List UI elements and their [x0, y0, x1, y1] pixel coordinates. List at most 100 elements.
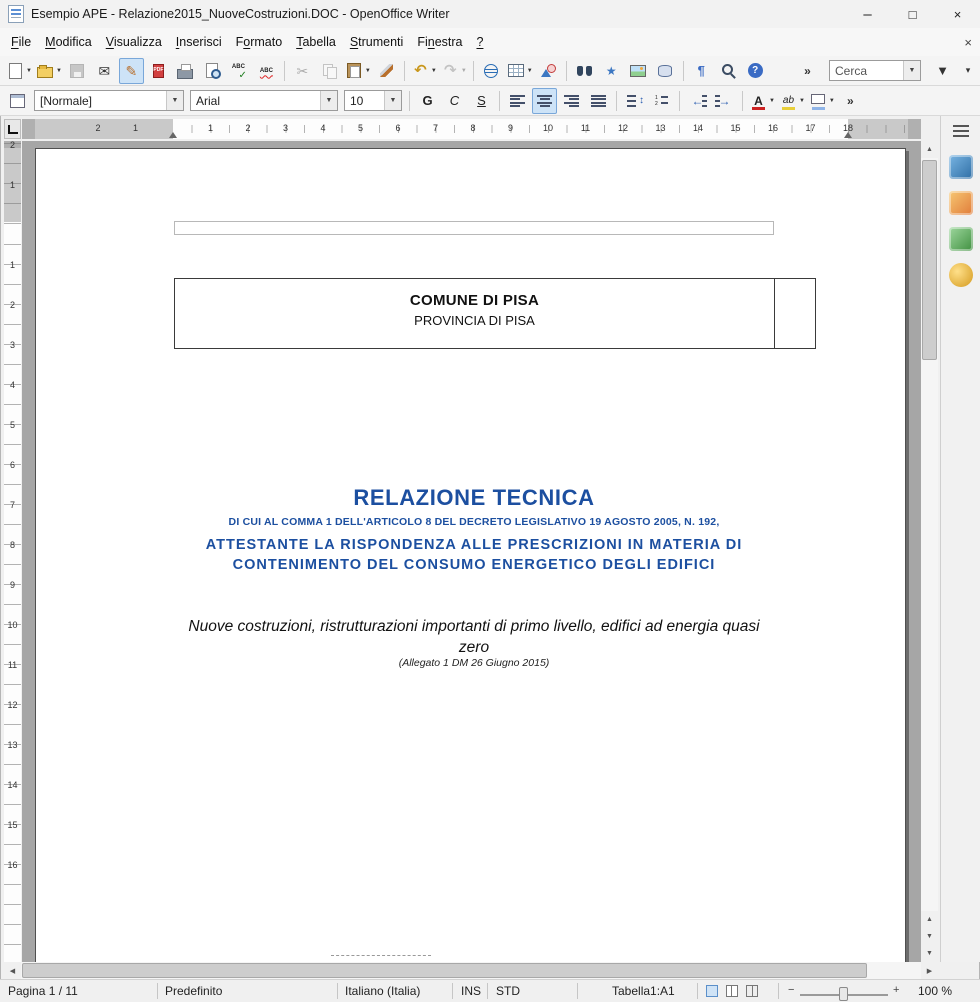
align-left-button[interactable]: [505, 88, 530, 114]
font-color-button[interactable]: A▼: [748, 88, 776, 114]
line-spacing-button[interactable]: [622, 88, 647, 114]
menu-visualizza[interactable]: Visualizza: [99, 30, 169, 54]
decrease-indent-button[interactable]: ←: [685, 88, 710, 114]
horizontal-scrollbar[interactable]: ◀ ▶: [4, 962, 938, 979]
insert-mode-indicator[interactable]: INS: [461, 984, 481, 998]
find-next-button[interactable]: ▼: [930, 58, 955, 84]
italic-button[interactable]: C: [442, 88, 467, 114]
gallery-deck-button[interactable]: [945, 223, 977, 255]
menu-inserisci[interactable]: Inserisci: [169, 30, 229, 54]
find-replace-button[interactable]: [572, 58, 597, 84]
hyperlink-button[interactable]: [479, 58, 504, 84]
underline-button[interactable]: S: [469, 88, 494, 114]
styles-panel-button[interactable]: [5, 88, 30, 114]
styles-deck-button[interactable]: [945, 187, 977, 219]
menu-file[interactable]: File: [4, 30, 38, 54]
paste-button[interactable]: ▼: [344, 58, 372, 84]
selection-mode-indicator[interactable]: STD: [496, 984, 520, 998]
open-button[interactable]: ▼: [35, 58, 63, 84]
align-right-button[interactable]: [559, 88, 584, 114]
menu-formato[interactable]: Formato: [229, 30, 290, 54]
scroll-right-button[interactable]: ▶: [921, 962, 938, 979]
navigator-deck-button[interactable]: [945, 259, 977, 291]
header-table-cell[interactable]: COMUNE DI PISA PROVINCIA DI PISA: [175, 279, 775, 348]
increase-indent-button[interactable]: →: [712, 88, 737, 114]
view-book-button[interactable]: [746, 985, 758, 997]
page-preview-button[interactable]: [200, 58, 225, 84]
vertical-scrollbar-thumb[interactable]: [922, 160, 937, 360]
scroll-left-button[interactable]: ◀: [4, 962, 21, 979]
menu-aiuto[interactable]: ?: [469, 30, 490, 54]
help-button[interactable]: ?: [743, 58, 768, 84]
h-ruler[interactable]: 12123456789101112131415161718: [22, 119, 921, 139]
export-pdf-button[interactable]: [146, 58, 171, 84]
edit-mode-button[interactable]: ✎: [119, 58, 144, 84]
align-justify-button[interactable]: [586, 88, 611, 114]
email-button[interactable]: ✉: [92, 58, 117, 84]
print-button[interactable]: [173, 58, 198, 84]
toolbar-options-button[interactable]: ▾: [961, 65, 975, 76]
insert-table-button[interactable]: ▼: [506, 58, 534, 84]
header-table-cell-right[interactable]: [775, 279, 815, 348]
nonprinting-characters-button[interactable]: ¶: [689, 58, 714, 84]
format-paintbrush-button[interactable]: [374, 58, 399, 84]
statement-text[interactable]: ATTESTANTE LA RISPONDENZA ALLE PRESCRIZI…: [174, 535, 774, 575]
sidebar-menu-icon[interactable]: [953, 125, 969, 137]
draw-functions-button[interactable]: [536, 58, 561, 84]
scroll-down-button[interactable]: ▼: [921, 945, 938, 962]
search-dropdown-icon[interactable]: ▼: [903, 61, 920, 80]
document-canvas[interactable]: COMUNE DI PISA PROVINCIA DI PISA RELAZIO…: [22, 141, 921, 962]
page-style-indicator[interactable]: Predefinito: [165, 984, 222, 998]
align-center-button[interactable]: [532, 88, 557, 114]
scroll-up-button[interactable]: ▲: [921, 141, 938, 158]
properties-deck-button[interactable]: [945, 151, 977, 183]
search-input[interactable]: Cerca ▼: [829, 60, 921, 81]
view-single-page-button[interactable]: [706, 985, 718, 997]
next-page-button[interactable]: ▼: [921, 928, 938, 945]
undo-button[interactable]: ↶▼: [410, 58, 438, 84]
background-color-button[interactable]: ▼: [808, 88, 836, 114]
document-page[interactable]: COMUNE DI PISA PROVINCIA DI PISA RELAZIO…: [35, 148, 906, 962]
law-reference[interactable]: DI CUI AL COMMA 1 DELL'ARTICOLO 8 DEL DE…: [174, 516, 774, 528]
spelling-button[interactable]: [227, 58, 252, 84]
language-indicator[interactable]: Italiano (Italia): [345, 984, 420, 998]
left-margin-marker[interactable]: [169, 132, 177, 138]
document-close-icon[interactable]: ×: [964, 35, 972, 50]
menu-strumenti[interactable]: Strumenti: [343, 30, 411, 54]
minimize-button[interactable]: –: [845, 0, 890, 28]
zoom-out-button[interactable]: −: [788, 984, 794, 996]
vertical-scrollbar[interactable]: ▲ ▲ ▼ ▼: [921, 141, 938, 962]
horizontal-scrollbar-thumb[interactable]: [22, 963, 867, 978]
font-dropdown-icon[interactable]: ▼: [320, 91, 337, 110]
header-table[interactable]: COMUNE DI PISA PROVINCIA DI PISA: [174, 278, 816, 349]
font-name-select[interactable]: Arial ▼: [190, 90, 338, 111]
subject-note[interactable]: (Allegato 1 DM 26 Giugno 2015): [174, 657, 774, 669]
highlighting-button[interactable]: ab▼: [778, 88, 806, 114]
tab-stop-selector[interactable]: [4, 119, 21, 139]
gallery-button[interactable]: [626, 58, 651, 84]
zoom-slider-thumb[interactable]: [839, 987, 848, 1001]
numbered-list-button[interactable]: [649, 88, 674, 114]
menu-tabella[interactable]: Tabella: [289, 30, 343, 54]
maximize-button[interactable]: □: [890, 0, 935, 28]
zoom-level[interactable]: 100 %: [918, 984, 952, 998]
menu-finestra[interactable]: Finestra: [410, 30, 469, 54]
autospellcheck-button[interactable]: [254, 58, 279, 84]
view-multi-page-button[interactable]: [726, 985, 738, 997]
menu-modifica[interactable]: Modifica: [38, 30, 99, 54]
page-indicator[interactable]: Pagina 1 / 11: [8, 984, 78, 998]
formatting-overflow-button[interactable]: »: [838, 88, 863, 114]
org-subtitle[interactable]: PROVINCIA DI PISA: [175, 313, 774, 328]
bold-button[interactable]: G: [415, 88, 440, 114]
subject-text[interactable]: Nuove costruzioni, ristrutturazioni impo…: [174, 616, 774, 658]
paragraph-style-select[interactable]: [Normale] ▼: [34, 90, 184, 111]
size-dropdown-icon[interactable]: ▼: [384, 91, 401, 110]
data-sources-button[interactable]: [653, 58, 678, 84]
toolbar-overflow-button[interactable]: »: [795, 58, 820, 84]
previous-page-button[interactable]: ▲: [921, 911, 938, 928]
navigator-button[interactable]: ★: [599, 58, 624, 84]
style-dropdown-icon[interactable]: ▼: [166, 91, 183, 110]
font-size-select[interactable]: 10 ▼: [344, 90, 402, 111]
v-ruler[interactable]: 1212345678910111213141516: [4, 141, 21, 962]
zoom-button[interactable]: [716, 58, 741, 84]
